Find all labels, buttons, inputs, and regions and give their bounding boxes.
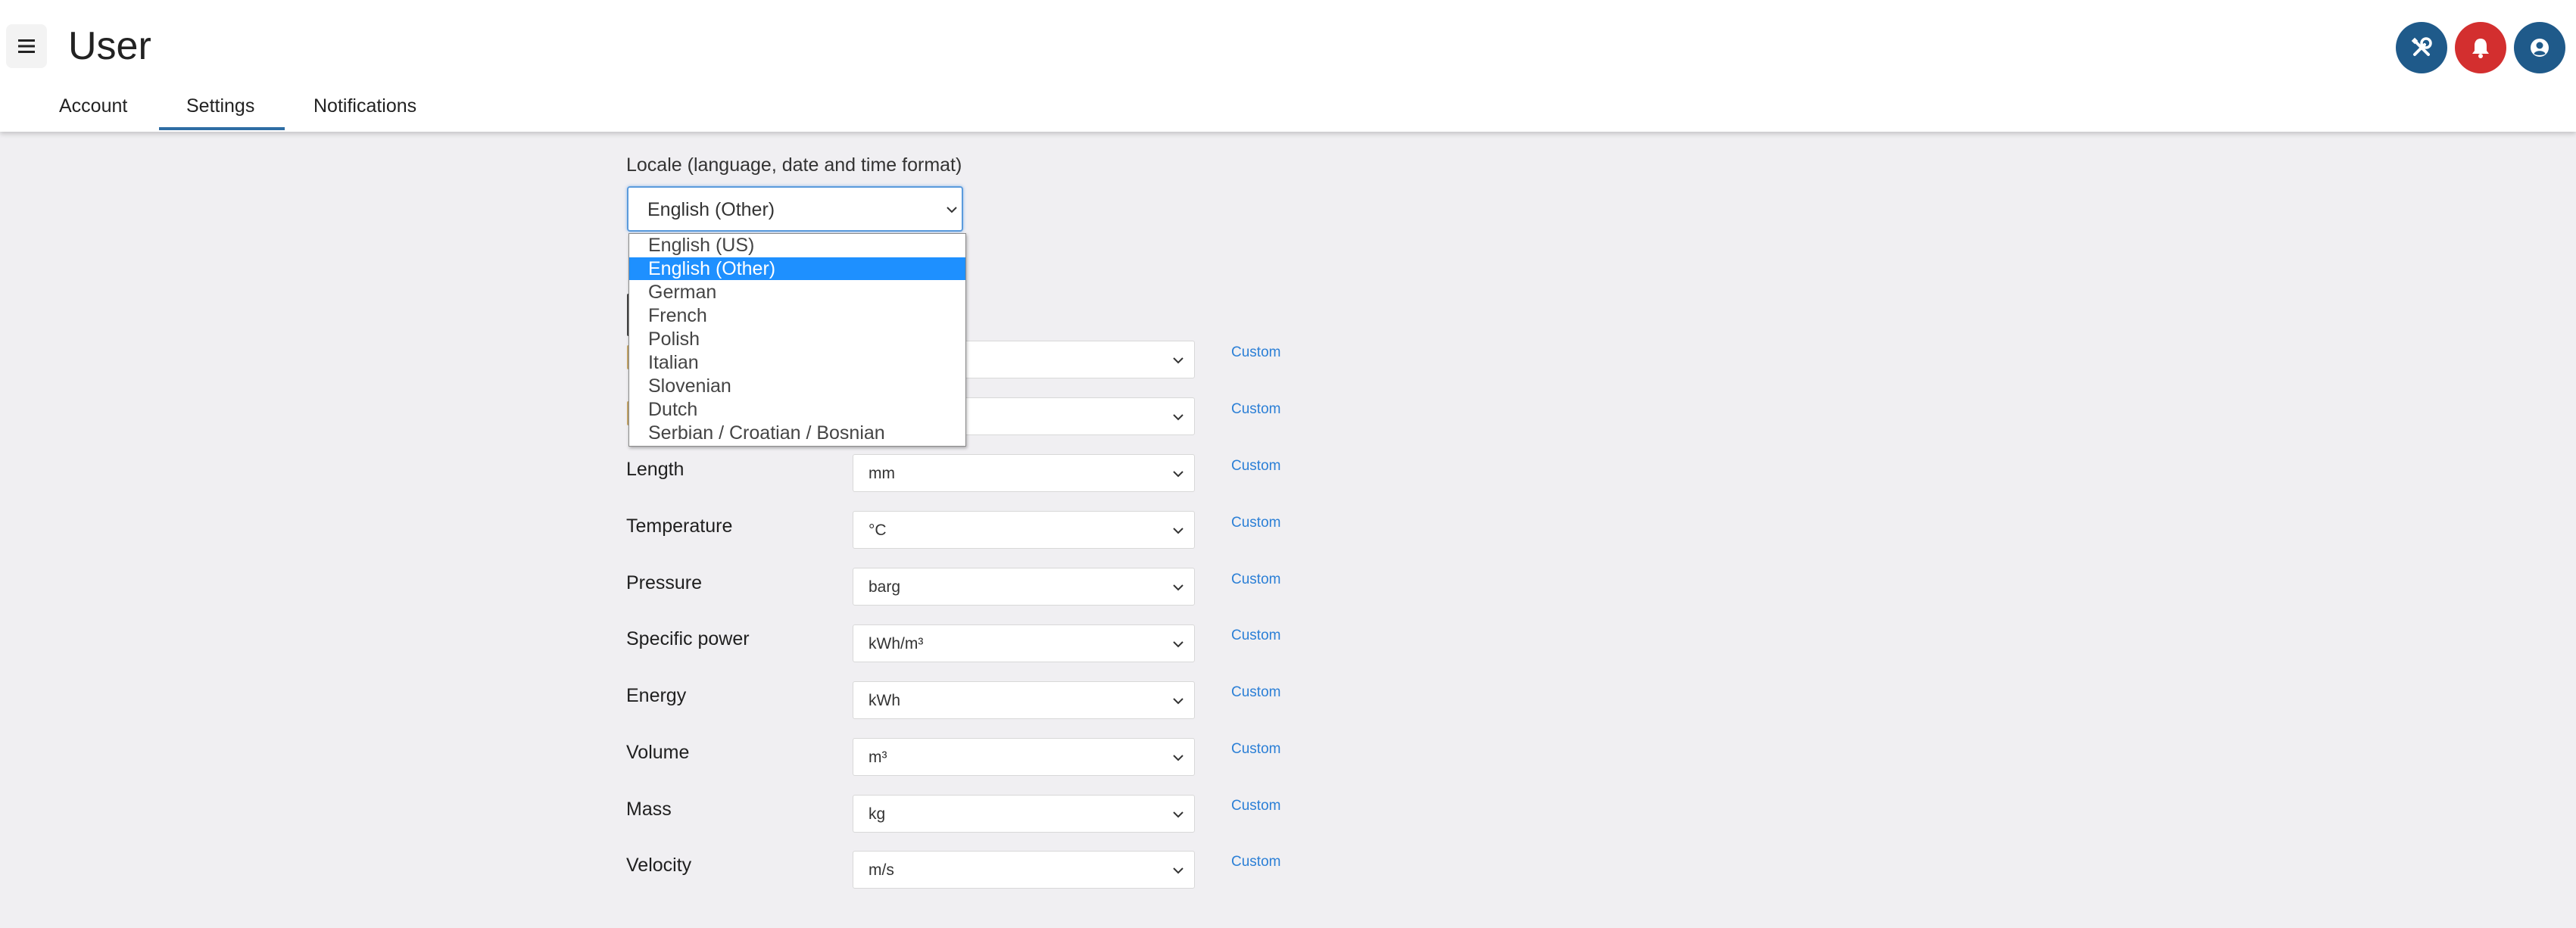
unit-select-value: kWh/m³ [869, 635, 924, 652]
unit-select-energy[interactable]: kWh [853, 681, 1195, 719]
unit-select-value: m³ [869, 749, 887, 766]
chevron-down-icon [1173, 811, 1184, 818]
custom-link[interactable]: Custom [1231, 853, 1280, 871]
chevron-down-icon [1173, 414, 1184, 421]
locale-option-selected[interactable]: English (Other) [629, 257, 965, 280]
tools-button[interactable] [2396, 22, 2447, 73]
unit-select-specific-power[interactable]: kWh/m³ [853, 624, 1195, 662]
unit-select-value: barg [869, 578, 901, 596]
unit-label-mass: Mass [626, 799, 672, 820]
locale-option[interactable]: Serbian / Croatian / Bosnian [629, 422, 965, 444]
unit-select-value: m/s [869, 861, 894, 879]
unit-select-value: kWh [869, 692, 900, 709]
unit-select-temperature[interactable]: °C [853, 511, 1195, 549]
custom-link[interactable]: Custom [1231, 571, 1280, 589]
locale-select[interactable]: English (Other) [627, 186, 963, 232]
unit-label-specific-power: Specific power [626, 628, 750, 649]
chevron-down-icon [1173, 867, 1184, 874]
locale-option[interactable]: French [629, 304, 965, 327]
unit-select-velocity[interactable]: m/s [853, 851, 1195, 889]
unit-label-temperature: Temperature [626, 515, 733, 537]
user-button[interactable] [2514, 22, 2565, 73]
locale-options-list: English (US) English (Other) German Fren… [628, 233, 966, 447]
unit-select-value: mm [869, 465, 895, 482]
custom-link[interactable]: Custom [1231, 514, 1280, 532]
locale-option[interactable]: Slovenian [629, 375, 965, 397]
top-bar: User Account Settings Notifications [0, 0, 2576, 132]
chevron-down-icon [1173, 471, 1184, 478]
custom-link[interactable]: Custom [1231, 684, 1280, 702]
unit-select-pressure[interactable]: barg [853, 568, 1195, 606]
page-title: User [68, 24, 151, 68]
custom-link[interactable]: Custom [1231, 797, 1280, 815]
locale-option[interactable]: Dutch [629, 398, 965, 421]
unit-select-mass[interactable]: kg [853, 795, 1195, 833]
tab-settings[interactable]: Settings [186, 91, 254, 121]
unit-select-value: kg [869, 805, 886, 823]
unit-label-energy: Energy [626, 685, 687, 706]
chevron-down-icon [1173, 528, 1184, 534]
unit-label-length: Length [626, 459, 685, 480]
menu-button[interactable] [6, 24, 47, 68]
chevron-down-icon [1173, 584, 1184, 591]
active-tab-indicator [159, 127, 285, 130]
unit-label-velocity: Velocity [626, 855, 692, 876]
custom-link[interactable]: Custom [1231, 344, 1280, 362]
locale-option[interactable]: English (US) [629, 234, 965, 257]
locale-option[interactable]: Italian [629, 351, 965, 374]
unit-select-value: °C [869, 522, 887, 539]
tools-icon [2411, 37, 2432, 56]
chevron-down-icon [1173, 641, 1184, 648]
chevron-down-icon [1173, 357, 1184, 364]
hamburger-icon [18, 39, 35, 53]
chevron-down-icon [947, 207, 957, 213]
tab-account[interactable]: Account [59, 91, 127, 121]
locale-selected-value: English (Other) [647, 199, 775, 220]
unit-select-length[interactable]: mm [853, 454, 1195, 492]
locale-label: Locale (language, date and time format) [626, 154, 962, 176]
chevron-down-icon [1173, 755, 1184, 761]
user-icon [2531, 39, 2549, 57]
unit-label-volume: Volume [626, 742, 690, 763]
bell-icon [2472, 39, 2489, 58]
locale-option[interactable]: Polish [629, 328, 965, 350]
notifications-button[interactable] [2455, 22, 2506, 73]
locale-option[interactable]: German [629, 281, 965, 304]
custom-link[interactable]: Custom [1231, 740, 1280, 758]
unit-label-pressure: Pressure [626, 572, 703, 593]
custom-link[interactable]: Custom [1231, 400, 1280, 419]
chevron-down-icon [1173, 698, 1184, 705]
tab-notifications[interactable]: Notifications [313, 91, 416, 121]
unit-select-volume[interactable]: m³ [853, 738, 1195, 776]
custom-link[interactable]: Custom [1231, 627, 1280, 645]
custom-link[interactable]: Custom [1231, 457, 1280, 475]
